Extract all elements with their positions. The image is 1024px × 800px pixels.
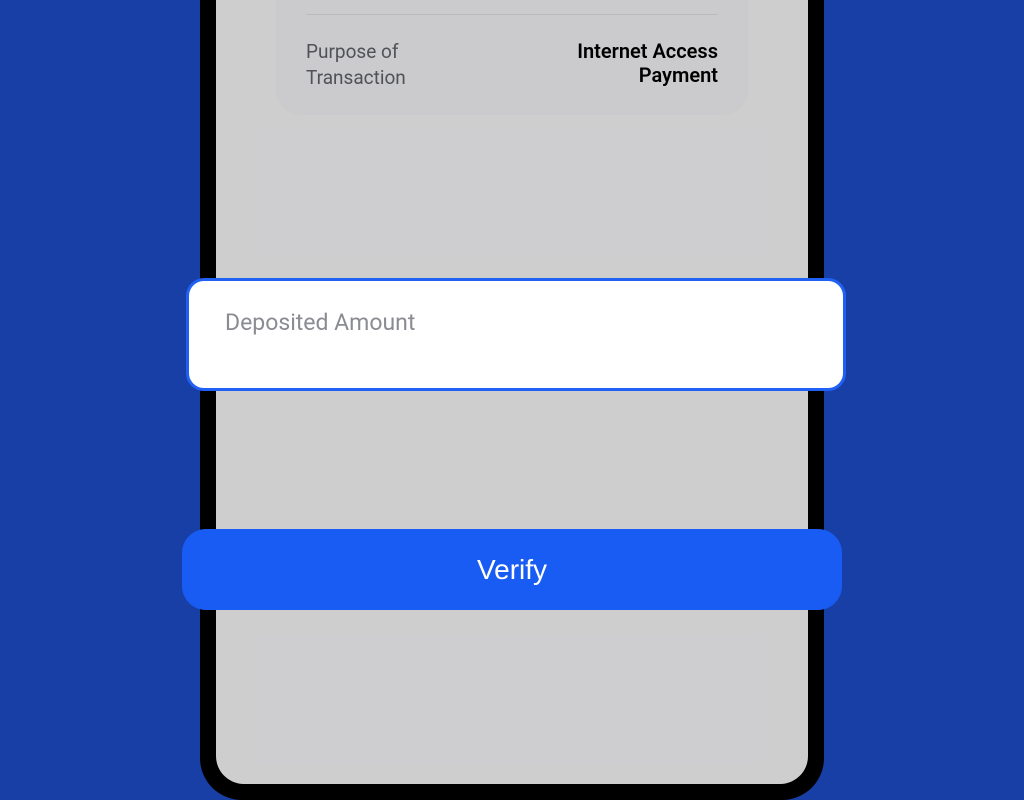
deposited-amount-label: Deposited Amount bbox=[225, 309, 807, 336]
verify-button[interactable]: Verify bbox=[182, 529, 842, 610]
deposited-amount-input-card[interactable]: Deposited Amount bbox=[186, 278, 846, 391]
phone-frame: Number Account Holder Name SHINHAN Purpo… bbox=[200, 0, 824, 800]
verify-button-label: Verify bbox=[477, 554, 547, 586]
phone-screen: Number Account Holder Name SHINHAN Purpo… bbox=[216, 0, 808, 784]
dim-overlay bbox=[216, 0, 808, 784]
